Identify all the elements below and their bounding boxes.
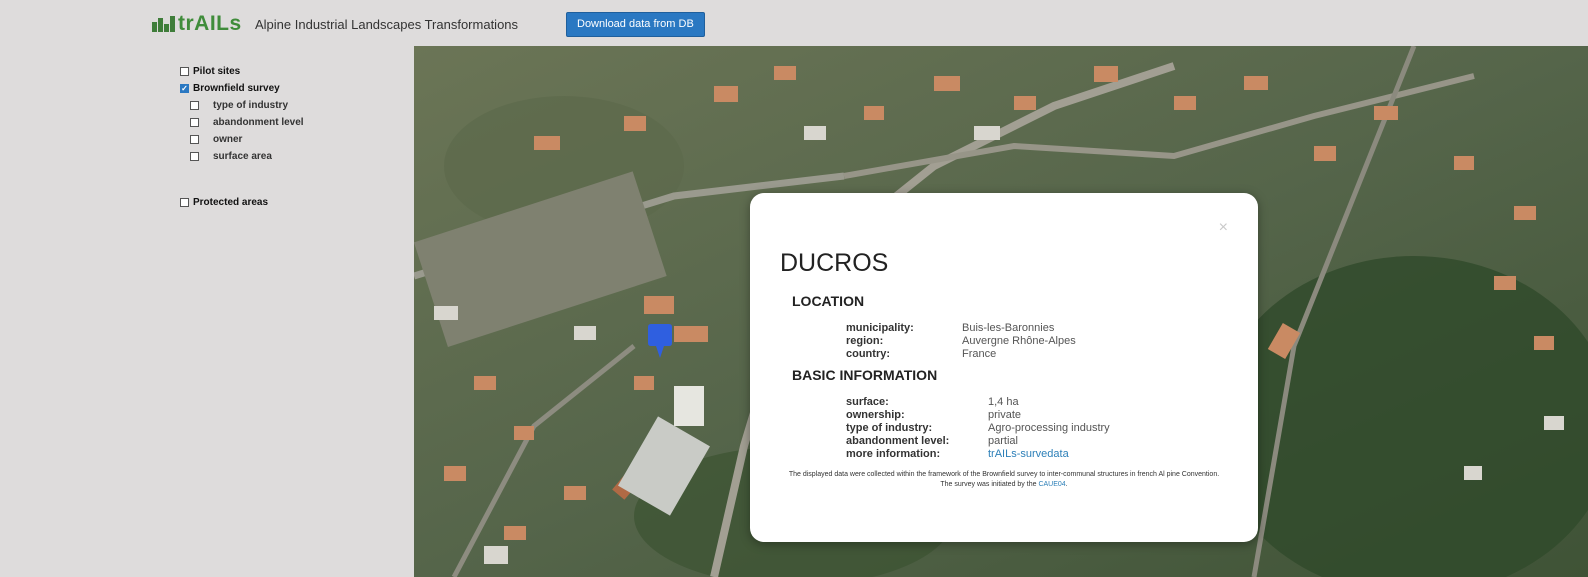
sublayer-type-of-industry[interactable]: type of industry [190,100,288,111]
location-heading: LOCATION [792,293,865,309]
layer-protected-areas[interactable]: Protected areas [180,197,268,208]
location-value: Buis-les-Baronnies [962,322,1055,334]
sublayer-owner[interactable]: owner [190,134,242,145]
layer-brownfield-survey[interactable]: ✓ Brownfield survey [180,83,280,94]
data-source-footnote: The displayed data were collected within… [772,470,1236,490]
location-key: country: [846,348,890,360]
sublayer-surface-area[interactable]: surface area [190,151,272,162]
layer-label: Brownfield survey [193,83,280,94]
checkbox-icon[interactable] [190,152,199,161]
basic-info-value: Agro-processing industry [988,422,1110,434]
location-key: region: [846,335,884,347]
basic-info-value: partial [988,435,1018,447]
sublayer-label: owner [213,134,243,145]
basic-info-heading: BASIC INFORMATION [792,367,938,383]
footnote-line: The displayed data were collected within… [788,471,1220,478]
caue04-link[interactable]: CAUE04 [1038,481,1065,488]
map-marker-icon[interactable] [648,324,672,364]
layer-label: Protected areas [193,197,269,208]
site-name-title: DUCROS [780,249,889,277]
checkbox-icon[interactable] [180,67,189,76]
basic-info-key: surface: [846,396,889,408]
logo-icon [152,16,175,32]
basic-info-value: private [988,409,1022,421]
location-value: Auvergne Rhône-Alpes [962,335,1076,347]
layer-label: Pilot sites [193,66,241,77]
sublayer-abandonment-level[interactable]: abandonment level [190,117,304,128]
logo-text: trAILs [178,12,242,35]
location-key: municipality: [846,322,914,334]
footnote-line: The survey was initiated by the CAUE04. [772,480,1236,490]
basic-info-key: ownership: [846,409,905,421]
sublayer-label: surface area [213,151,272,162]
layer-pilot-sites[interactable]: Pilot sites [180,66,240,77]
app-title: Alpine Industrial Landscapes Transformat… [255,17,519,32]
layer-sidebar: Pilot sites ✓ Brownfield survey type of … [0,46,414,577]
download-data-button[interactable]: Download data from DB [566,12,705,37]
checkbox-icon[interactable] [190,118,199,127]
footnote-text: . [1065,481,1068,488]
close-icon[interactable]: × [1219,219,1228,237]
site-info-popup: × DUCROS LOCATION municipality: Buis-les… [750,193,1258,542]
basic-info-key: type of industry: [846,422,933,434]
checkbox-icon[interactable] [190,135,199,144]
sublayer-label: abandonment level [213,117,304,128]
top-bar: trAILs Alpine Industrial Landscapes Tran… [0,0,1588,46]
checkbox-icon[interactable] [190,101,199,110]
more-information-link[interactable]: trAILs-survedata [988,448,1069,461]
logo: trAILs [152,12,242,36]
footnote-text: The survey was initiated by the [940,481,1039,488]
location-value: France [962,348,997,360]
sublayer-label: type of industry [213,100,289,111]
checkbox-icon[interactable] [180,198,189,207]
basic-info-key: abandonment level: [846,435,950,447]
basic-info-key: more information: [846,448,941,460]
basic-info-value: 1,4 ha [988,396,1019,408]
checkbox-checked-icon[interactable]: ✓ [180,84,189,93]
